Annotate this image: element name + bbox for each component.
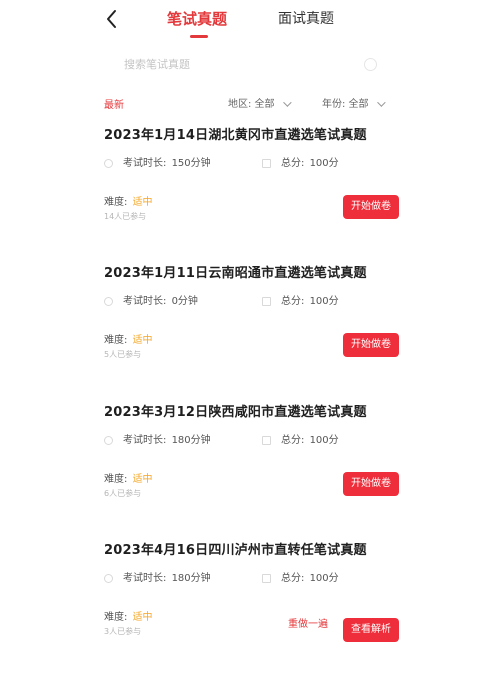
exam-duration: 考试时长: 180分钟 xyxy=(104,569,211,584)
exam-score: 总分: 100分 xyxy=(262,154,339,169)
score-value: 100分 xyxy=(309,573,339,584)
duration-value: 0分钟 xyxy=(171,296,198,307)
difficulty-value: 适中 xyxy=(132,612,153,623)
score-icon xyxy=(262,296,271,306)
difficulty-value: 适中 xyxy=(132,197,153,208)
difficulty-label: 难度: xyxy=(104,335,128,346)
exam-title[interactable]: 2023年3月12日陕西咸阳市直遴选笔试真题 xyxy=(104,401,367,420)
exam-difficulty: 难度: 适中 xyxy=(104,193,153,208)
filter-bar: 最新 地区: 全部 年份: 全部 xyxy=(0,90,502,114)
exam-difficulty: 难度: 适中 xyxy=(104,331,153,346)
score-icon xyxy=(262,573,271,583)
start-exam-button[interactable]: 开始做卷 xyxy=(343,333,399,357)
duration-label: 考试时长: xyxy=(123,158,167,169)
clock-icon xyxy=(104,435,113,445)
back-arrow-icon[interactable] xyxy=(104,8,120,30)
sort-latest[interactable]: 最新 xyxy=(104,96,124,111)
search-input[interactable]: 搜索笔试真题 xyxy=(106,52,386,76)
year-filter-dropdown[interactable]: 年份: 全部 xyxy=(322,95,386,110)
difficulty-value: 适中 xyxy=(132,474,153,485)
score-icon xyxy=(262,158,271,168)
score-label: 总分: xyxy=(281,296,305,307)
exam-card: 2023年1月14日湖北黄冈市直遴选笔试真题 考试时长: 150分钟 总分: 1… xyxy=(0,124,502,262)
duration-value: 180分钟 xyxy=(171,435,211,446)
tab-interview-exam[interactable]: 面试真题 xyxy=(278,9,334,29)
exam-duration: 考试时长: 0分钟 xyxy=(104,292,198,307)
search-clear-icon[interactable] xyxy=(364,58,377,71)
region-filter-label: 地区: 全部 xyxy=(228,99,275,110)
tab-written-exam[interactable]: 笔试真题 xyxy=(167,9,227,29)
exam-title[interactable]: 2023年1月11日云南昭通市直遴选笔试真题 xyxy=(104,262,367,281)
clock-icon xyxy=(104,158,113,168)
clock-icon xyxy=(104,573,113,583)
difficulty-label: 难度: xyxy=(104,612,128,623)
exam-score: 总分: 100分 xyxy=(262,569,339,584)
exam-difficulty: 难度: 适中 xyxy=(104,608,153,623)
duration-label: 考试时长: xyxy=(123,435,167,446)
exam-duration: 考试时长: 180分钟 xyxy=(104,431,211,446)
participant-count: 5人已参与 xyxy=(104,350,142,359)
search-placeholder: 搜索笔试真题 xyxy=(124,58,190,71)
exam-title[interactable]: 2023年1月14日湖北黄冈市直遴选笔试真题 xyxy=(104,124,367,143)
exam-difficulty: 难度: 适中 xyxy=(104,470,153,485)
exam-card: 2023年4月16日四川泸州市直转任笔试真题 考试时长: 180分钟 总分: 1… xyxy=(0,539,502,677)
score-value: 100分 xyxy=(309,158,339,169)
duration-label: 考试时长: xyxy=(123,296,167,307)
score-icon xyxy=(262,435,271,445)
score-label: 总分: xyxy=(281,158,305,169)
region-filter-dropdown[interactable]: 地区: 全部 xyxy=(228,95,292,110)
view-analysis-button[interactable]: 查看解析 xyxy=(343,618,399,642)
score-label: 总分: xyxy=(281,573,305,584)
year-filter-label: 年份: 全部 xyxy=(322,99,369,110)
participant-count: 3人已参与 xyxy=(104,627,142,636)
score-label: 总分: xyxy=(281,435,305,446)
start-exam-button[interactable]: 开始做卷 xyxy=(343,472,399,496)
active-tab-indicator xyxy=(190,35,208,38)
participant-count: 6人已参与 xyxy=(104,489,142,498)
participant-count: 14人已参与 xyxy=(104,212,147,221)
difficulty-label: 难度: xyxy=(104,474,128,485)
difficulty-value: 适中 xyxy=(132,335,153,346)
score-value: 100分 xyxy=(309,296,339,307)
exam-title[interactable]: 2023年4月16日四川泸州市直转任笔试真题 xyxy=(104,539,367,558)
clock-icon xyxy=(104,296,113,306)
chevron-down-icon xyxy=(282,98,292,107)
score-value: 100分 xyxy=(309,435,339,446)
exam-card: 2023年1月11日云南昭通市直遴选笔试真题 考试时长: 0分钟 总分: 100… xyxy=(0,262,502,400)
top-nav-bar: 笔试真题 面试真题 xyxy=(0,0,502,44)
redo-exam-button[interactable]: 重做一遍 xyxy=(288,615,328,630)
duration-value: 150分钟 xyxy=(171,158,211,169)
exam-duration: 考试时长: 150分钟 xyxy=(104,154,211,169)
duration-value: 180分钟 xyxy=(171,573,211,584)
difficulty-label: 难度: xyxy=(104,197,128,208)
duration-label: 考试时长: xyxy=(123,573,167,584)
exam-score: 总分: 100分 xyxy=(262,292,339,307)
exam-score: 总分: 100分 xyxy=(262,431,339,446)
start-exam-button[interactable]: 开始做卷 xyxy=(343,195,399,219)
chevron-down-icon xyxy=(376,98,386,107)
exam-card: 2023年3月12日陕西咸阳市直遴选笔试真题 考试时长: 180分钟 总分: 1… xyxy=(0,401,502,539)
